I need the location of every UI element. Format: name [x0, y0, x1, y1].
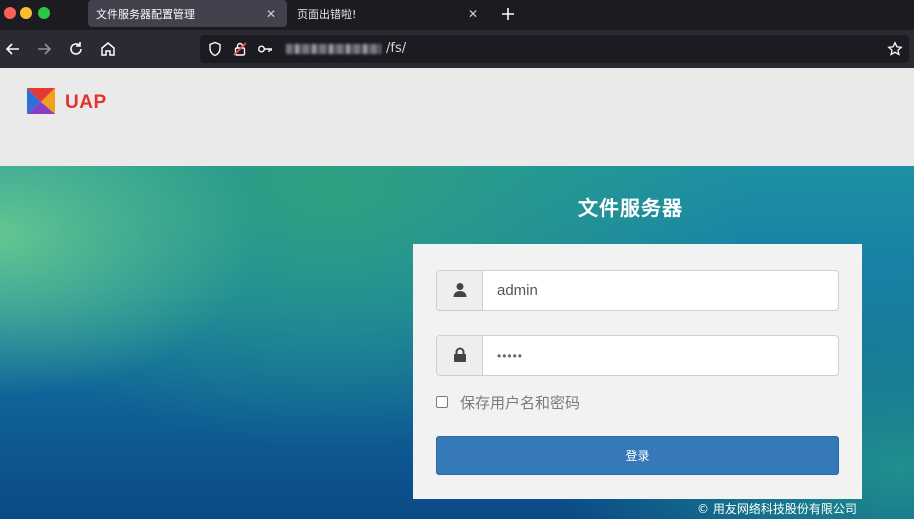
tab-file-server-config[interactable]: 文件服务器配置管理 ✕ — [88, 0, 287, 27]
uap-logo: UAP — [27, 86, 122, 116]
address-bar[interactable]: /fs/ — [200, 35, 909, 63]
url-path: /fs/ — [386, 41, 407, 56]
new-tab-icon[interactable] — [498, 4, 518, 24]
close-icon[interactable]: ✕ — [465, 6, 481, 22]
lock-icon — [437, 336, 483, 375]
window-close-button[interactable] — [4, 7, 16, 19]
username-input[interactable] — [484, 271, 838, 310]
window-minimize-button[interactable] — [20, 7, 32, 19]
shield-icon[interactable] — [207, 41, 223, 57]
browser-nav-bar: /fs/ — [0, 30, 914, 68]
copyright-text: © 用友网络科技股份有限公司 — [697, 502, 857, 516]
reload-icon[interactable] — [66, 39, 86, 59]
user-icon — [437, 271, 483, 310]
logo-text: UAP — [65, 92, 107, 113]
bookmark-star-icon[interactable] — [887, 41, 903, 57]
window-zoom-button[interactable] — [38, 7, 50, 19]
insecure-lock-icon[interactable] — [232, 41, 248, 57]
forward-icon[interactable] — [34, 39, 54, 59]
login-button[interactable]: 登录 — [436, 436, 839, 475]
remember-checkbox[interactable] — [436, 396, 448, 408]
home-icon[interactable] — [98, 39, 118, 59]
remember-credentials[interactable]: 保存用户名和密码 — [436, 392, 580, 412]
page-title: 文件服务器 — [578, 196, 683, 220]
tab-title: 页面出错啦! — [297, 8, 357, 21]
tab-title: 文件服务器配置管理 — [96, 7, 195, 21]
password-input[interactable] — [484, 336, 838, 375]
back-icon[interactable] — [3, 39, 23, 59]
uap-logo-mark-icon — [27, 88, 55, 114]
page-header: UAP — [0, 68, 914, 166]
web-page: UAP 文件服务器 保存用户名和密码 — [0, 68, 914, 519]
key-icon[interactable] — [257, 41, 273, 57]
tab-error-page[interactable]: 页面出错啦! ✕ — [289, 0, 489, 28]
password-field — [436, 335, 839, 376]
remember-label: 保存用户名和密码 — [460, 393, 581, 412]
url-host-blurred — [286, 44, 381, 54]
close-icon[interactable]: ✕ — [263, 6, 279, 22]
login-panel: 保存用户名和密码 登录 — [413, 244, 862, 499]
username-field — [436, 270, 839, 311]
browser-tab-bar: 文件服务器配置管理 ✕ 页面出错啦! ✕ — [0, 0, 914, 30]
